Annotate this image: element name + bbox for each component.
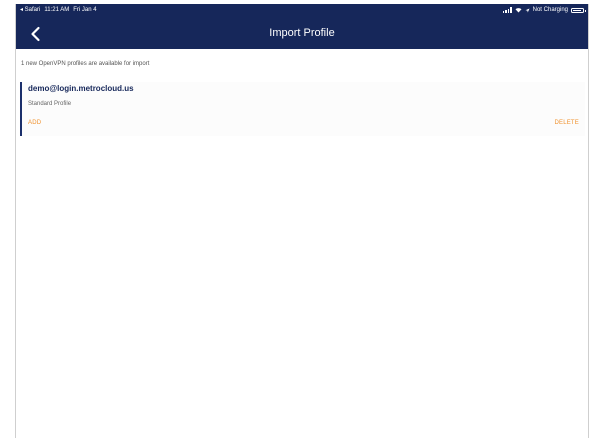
add-profile-button[interactable]: ADD bbox=[28, 120, 41, 126]
status-bar: ◂ Safari 11:21 AM Fri Jan 4 Not Charging bbox=[16, 4, 588, 16]
delete-profile-button[interactable]: DELETE bbox=[554, 120, 579, 126]
status-right: Not Charging bbox=[502, 4, 586, 16]
status-left: ◂ Safari 11:21 AM Fri Jan 4 bbox=[20, 4, 97, 16]
top-bar: ◂ Safari 11:21 AM Fri Jan 4 Not Charging bbox=[16, 4, 588, 49]
wifi-icon bbox=[515, 7, 522, 13]
signal-icon bbox=[502, 7, 512, 13]
device-frame: ◂ Safari 11:21 AM Fri Jan 4 Not Charging bbox=[0, 0, 597, 438]
back-to-app-link[interactable]: ◂ Safari bbox=[20, 4, 40, 16]
profile-type: Standard Profile bbox=[28, 101, 72, 107]
profile-card: demo@login.metrocloud.us Standard Profil… bbox=[20, 82, 585, 136]
available-profiles-message: 1 new OpenVPN profiles are available for… bbox=[21, 61, 150, 67]
battery-icon bbox=[571, 7, 586, 13]
status-time: 11:21 AM bbox=[44, 7, 70, 13]
page-title: Import Profile bbox=[269, 27, 335, 39]
app-screen: ◂ Safari 11:21 AM Fri Jan 4 Not Charging bbox=[15, 4, 589, 438]
location-arrow-icon bbox=[525, 8, 530, 13]
status-date: Fri Jan 4 bbox=[73, 7, 97, 13]
profile-host: demo@login.metrocloud.us bbox=[28, 84, 134, 93]
navigation-bar: Import Profile bbox=[16, 18, 588, 49]
main-content: 1 new OpenVPN profiles are available for… bbox=[16, 49, 588, 438]
charging-status: Not Charging bbox=[532, 7, 568, 13]
